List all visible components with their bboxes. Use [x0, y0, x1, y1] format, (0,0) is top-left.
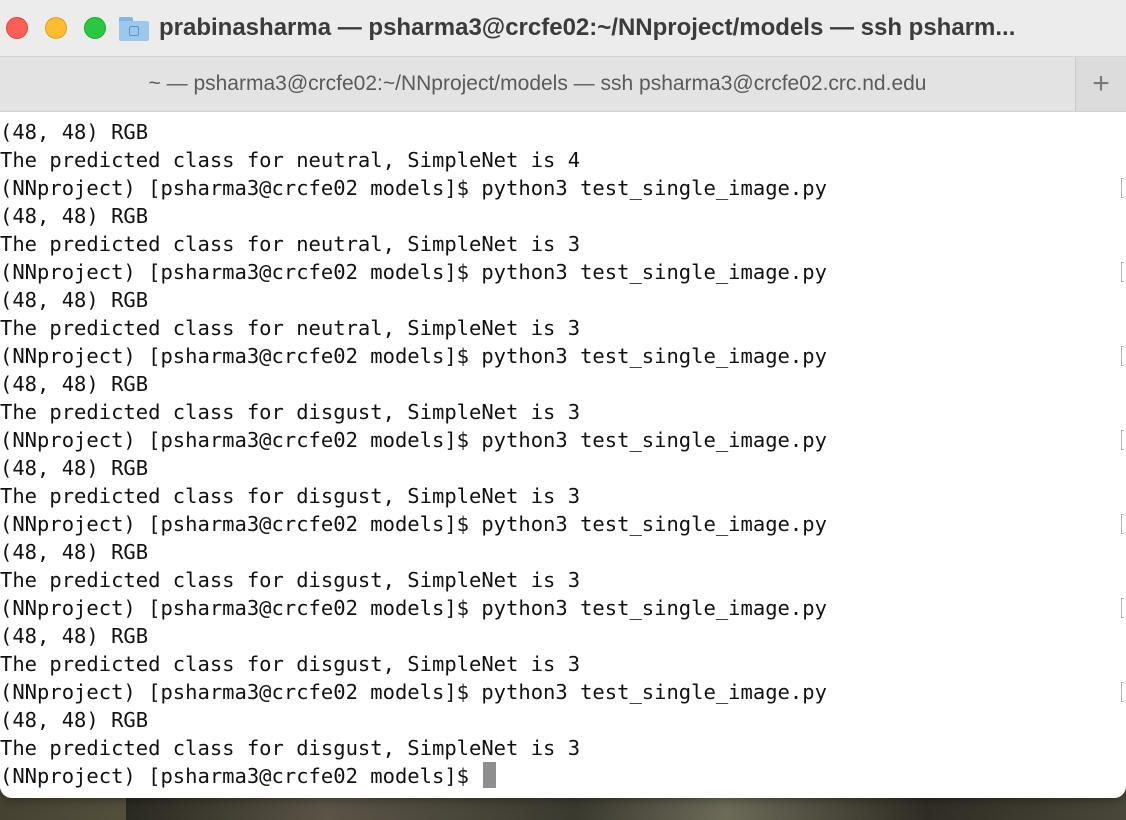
terminal-line-text: The predicted class for neutral, SimpleN… [0, 232, 581, 256]
terminal-line: (NNproject) [psharma3@crcfe02 models]$ p… [0, 426, 1126, 454]
terminal-line-text: (48, 48) RGB [0, 204, 149, 228]
terminal-line-text: The predicted class for disgust, SimpleN… [0, 736, 581, 760]
terminal-line: (NNproject) [psharma3@crcfe02 models]$ p… [0, 174, 1126, 202]
terminal-line: The predicted class for disgust, SimpleN… [0, 482, 1126, 510]
terminal-line-text: (NNproject) [psharma3@crcfe02 models]$ p… [0, 596, 827, 620]
terminal-line: The predicted class for neutral, SimpleN… [0, 146, 1126, 174]
terminal-line: The predicted class for neutral, SimpleN… [0, 230, 1126, 258]
terminal-output[interactable]: (48, 48) RGB The predicted class for neut… [0, 112, 1126, 798]
line-mark-icon [1121, 178, 1124, 198]
line-mark-icon [1121, 346, 1124, 366]
window-controls [6, 17, 123, 39]
new-tab-button[interactable]: + [1075, 57, 1126, 111]
terminal-line-text: (48, 48) RGB [0, 288, 149, 312]
line-mark-icon [1121, 598, 1124, 618]
terminal-line-text: The predicted class for neutral, SimpleN… [0, 148, 581, 172]
terminal-line: (48, 48) RGB [0, 706, 1126, 734]
window-title: prabinasharma — psharma3@crcfe02:~/NNpro… [159, 14, 1016, 41]
terminal-line-text: (48, 48) RGB [0, 624, 149, 648]
terminal-line: (48, 48) RGB [0, 118, 1126, 146]
terminal-line: The predicted class for disgust, SimpleN… [0, 566, 1126, 594]
line-mark-icon [1121, 430, 1124, 450]
terminal-line: (48, 48) RGB [0, 202, 1126, 230]
terminal-line: (NNproject) [psharma3@crcfe02 models]$ p… [0, 510, 1126, 538]
text-cursor [483, 762, 497, 788]
terminal-line-text: (NNproject) [psharma3@crcfe02 models]$ p… [0, 428, 827, 452]
terminal-line-text: (48, 48) RGB [0, 120, 149, 144]
line-mark-icon [1121, 514, 1124, 534]
close-button[interactable] [6, 17, 28, 39]
terminal-line-text: (NNproject) [psharma3@crcfe02 models]$ p… [0, 680, 827, 704]
terminal-line: (48, 48) RGB [0, 454, 1126, 482]
line-mark-icon [1121, 682, 1124, 702]
maximize-button[interactable] [84, 17, 106, 39]
terminal-line-text: The predicted class for disgust, SimpleN… [0, 400, 581, 424]
terminal-line: (48, 48) RGB [0, 286, 1126, 314]
terminal-line: The predicted class for disgust, SimpleN… [0, 734, 1126, 762]
tab-ssh-session[interactable]: ~ — psharma3@crcfe02:~/NNproject/models … [0, 57, 1075, 111]
terminal-line: (48, 48) RGB [0, 622, 1126, 650]
terminal-line: The predicted class for disgust, SimpleN… [0, 398, 1126, 426]
terminal-line-text: (NNproject) [psharma3@crcfe02 models]$ p… [0, 260, 827, 284]
terminal-line: The predicted class for neutral, SimpleN… [0, 314, 1126, 342]
terminal-line: (48, 48) RGB [0, 538, 1126, 566]
title-bar[interactable]: prabinasharma — psharma3@crcfe02:~/NNpro… [0, 0, 1126, 56]
terminal-line: (48, 48) RGB [0, 370, 1126, 398]
terminal-line-text: (48, 48) RGB [0, 540, 149, 564]
terminal-window: prabinasharma — psharma3@crcfe02:~/NNpro… [0, 0, 1126, 798]
terminal-line-text: (NNproject) [psharma3@crcfe02 models]$ p… [0, 176, 827, 200]
terminal-line: (NNproject) [psharma3@crcfe02 models]$ p… [0, 342, 1126, 370]
terminal-line-text: The predicted class for neutral, SimpleN… [0, 316, 581, 340]
terminal-line: (NNproject) [psharma3@crcfe02 models]$ p… [0, 258, 1126, 286]
terminal-line-text: (48, 48) RGB [0, 708, 149, 732]
terminal-line-text: (NNproject) [psharma3@crcfe02 models]$ p… [0, 344, 827, 368]
home-folder-icon [119, 15, 149, 41]
minimize-button[interactable] [45, 17, 67, 39]
terminal-line: The predicted class for disgust, SimpleN… [0, 650, 1126, 678]
terminal-line-text: (NNproject) [psharma3@crcfe02 models]$ p… [0, 512, 827, 536]
terminal-line-text: The predicted class for disgust, SimpleN… [0, 652, 581, 676]
terminal-prompt-line[interactable]: (NNproject) [psharma3@crcfe02 models]$ [0, 762, 1126, 790]
terminal-prompt: (NNproject) [psharma3@crcfe02 models]$ [0, 764, 482, 788]
terminal-line: (NNproject) [psharma3@crcfe02 models]$ p… [0, 678, 1126, 706]
line-mark-icon [1121, 262, 1124, 282]
terminal-line-text: The predicted class for disgust, SimpleN… [0, 484, 581, 508]
terminal-line-text: (48, 48) RGB [0, 372, 149, 396]
terminal-line: (NNproject) [psharma3@crcfe02 models]$ p… [0, 594, 1126, 622]
tab-bar: ~ — psharma3@crcfe02:~/NNproject/models … [0, 56, 1126, 112]
terminal-line-text: The predicted class for disgust, SimpleN… [0, 568, 581, 592]
terminal-line-text: (48, 48) RGB [0, 456, 149, 480]
